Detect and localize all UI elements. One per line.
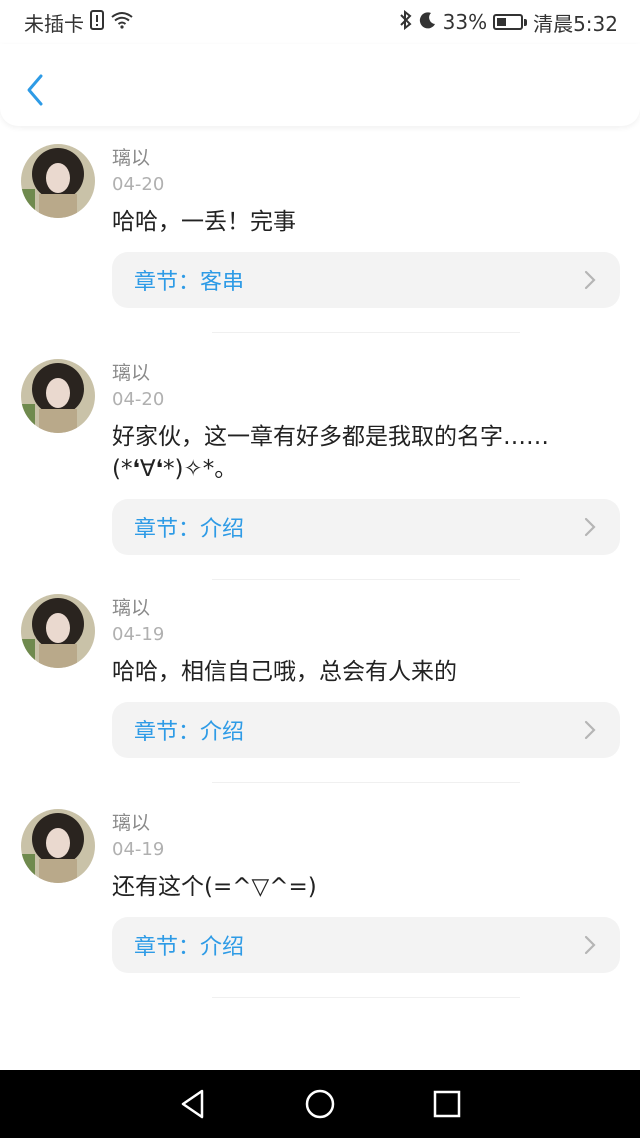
battery-icon [493,14,528,30]
divider [212,782,520,783]
nav-home-button[interactable] [300,1084,340,1124]
nav-recents-button[interactable] [427,1084,467,1124]
comment-item: 璃以 04-20 好家伙，这一章有好多都是我取的名字……(*❛∀❛*)✧*。 章… [0,345,640,580]
status-time: 清晨5:32 [533,11,618,36]
carrier-label: 未插卡 [24,11,84,36]
chapter-link[interactable]: 章节：介绍 [112,917,620,973]
chapter-link[interactable]: 章节：介绍 [112,499,620,555]
chevron-right-icon [584,270,596,290]
comment-author: 璃以 [112,147,151,169]
comment-item: 璃以 04-19 哈哈，相信自己哦，总会有人来的 章节：介绍 [0,580,640,795]
battery-percent: 33% [442,10,488,34]
comment-item: 璃以 04-19 还有这个(=^▽^=) 章节：介绍 [0,795,640,1010]
chapter-label: 章节：介绍 [134,935,245,960]
nav-back-button[interactable] [173,1084,213,1124]
comment-text: 好家伙，这一章有好多都是我取的名字……(*❛∀❛*)✧*。 [112,424,549,482]
wifi-icon [110,10,134,34]
avatar[interactable] [21,359,95,433]
comment-text: 还有这个(=^▽^=) [112,874,317,900]
chapter-label: 章节：介绍 [134,720,245,745]
comment-date: 04-19 [112,839,165,860]
avatar[interactable] [21,594,95,668]
triangle-back-icon [182,1089,204,1119]
chevron-right-icon [584,935,596,955]
circle-home-icon [305,1089,335,1119]
comment-author: 璃以 [112,362,151,384]
comment-date: 04-19 [112,624,165,645]
moon-icon [419,10,437,34]
chevron-right-icon [584,517,596,537]
chapter-label: 章节：介绍 [134,517,245,542]
sim-alert-icon [90,9,104,35]
square-recents-icon [433,1090,460,1118]
comment-author: 璃以 [112,812,151,834]
chapter-label: 章节：客串 [134,270,245,295]
chevron-left-icon [27,74,43,106]
comment-list: 璃以 04-20 哈哈，一丢！完事 章节：客串 璃以 04-20 好家伙，这一章… [0,130,640,1010]
top-app-bar [0,44,640,126]
comment-date: 04-20 [112,174,165,195]
comment-author: 璃以 [112,597,151,619]
chapter-link[interactable]: 章节：介绍 [112,702,620,758]
comment-item: 璃以 04-20 哈哈，一丢！完事 章节：客串 [0,130,640,345]
avatar[interactable] [21,144,95,218]
comment-text: 哈哈，相信自己哦，总会有人来的 [112,659,457,685]
divider [212,332,520,333]
avatar[interactable] [21,809,95,883]
back-button[interactable] [20,70,50,110]
status-bar: 未插卡 33% 清晨5:32 [0,0,640,44]
divider [212,997,520,998]
chapter-link[interactable]: 章节：客串 [112,252,620,308]
chevron-right-icon [584,720,596,740]
comment-text: 哈哈，一丢！完事 [112,209,296,235]
bluetooth-icon [399,9,413,35]
system-nav-bar [0,1070,640,1138]
comment-date: 04-20 [112,389,165,410]
